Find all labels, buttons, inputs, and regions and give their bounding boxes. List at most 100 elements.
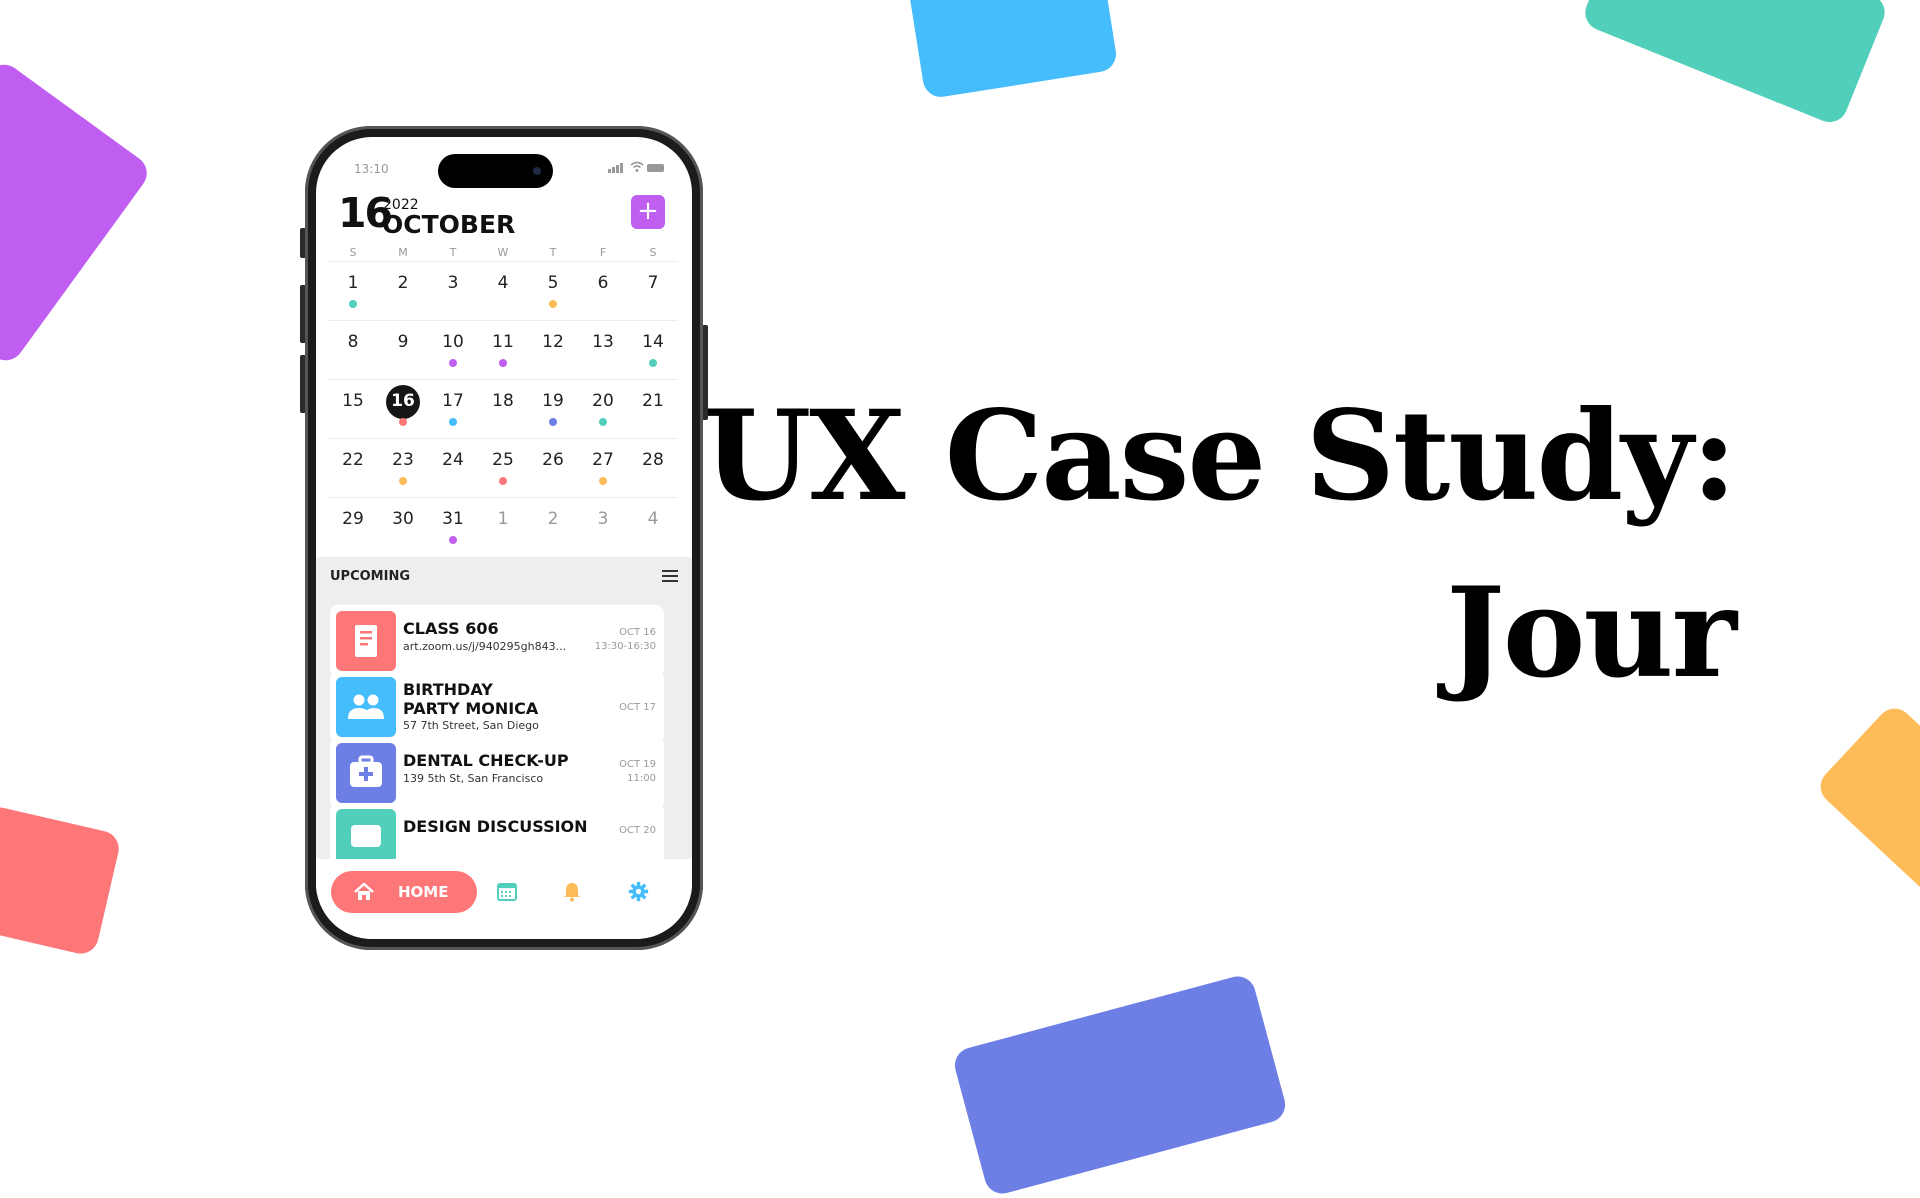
- calendar-day-number: 15: [342, 391, 364, 411]
- tab-home[interactable]: HOME: [331, 871, 477, 913]
- calendar-day[interactable]: 8: [328, 321, 378, 379]
- calendar-day[interactable]: 19: [528, 380, 578, 438]
- calendar-day-number: 3: [597, 509, 609, 529]
- weekday-label: S: [649, 246, 657, 259]
- calendar-day-number: 20: [592, 391, 614, 411]
- calendar-week: 1 2 3 4 5 6 7: [328, 261, 678, 320]
- signal-bar: [620, 163, 623, 173]
- event-card[interactable]: CLASS 606 art.zoom.us/j/940295gh843... OCT…: [330, 605, 664, 677]
- camera-icon: [533, 167, 541, 175]
- event-dot: [499, 477, 507, 485]
- plus-icon: +: [637, 196, 659, 226]
- event-time: 13:30-16:30: [594, 641, 656, 652]
- event-card[interactable]: DENTAL CHECK-UP 139 5th St, San Francisco…: [330, 737, 664, 809]
- calendar-day[interactable]: 18: [478, 380, 528, 438]
- event-date: OCT 16: [619, 627, 656, 638]
- status-icons: [608, 161, 664, 175]
- sliders-icon[interactable]: [662, 569, 678, 583]
- calendar-day[interactable]: 22: [328, 439, 378, 497]
- calendar-day[interactable]: 9: [378, 321, 428, 379]
- calendar-day[interactable]: 17: [428, 380, 478, 438]
- calendar-day-number: 2: [547, 509, 559, 529]
- calendar-day[interactable]: 24: [428, 439, 478, 497]
- calendar-day[interactable]: 3: [578, 498, 628, 556]
- bell-icon[interactable]: [563, 882, 581, 902]
- tab-bar: HOME: [316, 859, 692, 939]
- calendar-day-number: 12: [542, 332, 564, 352]
- event-dot: [349, 300, 357, 308]
- calendar-day[interactable]: 14: [628, 321, 678, 379]
- event-dot: [549, 418, 557, 426]
- tab-home-label: HOME: [398, 883, 449, 901]
- event-dot: [599, 477, 607, 485]
- calendar-day[interactable]: 15: [328, 380, 378, 438]
- calendar-day[interactable]: 1: [328, 262, 378, 320]
- headline-line-1: UX Case Study:: [703, 384, 1737, 529]
- decor-shape-red: [0, 803, 123, 958]
- calendar-day[interactable]: 5: [528, 262, 578, 320]
- calendar-day[interactable]: 1: [478, 498, 528, 556]
- event-subtitle: art.zoom.us/j/940295gh843...: [403, 640, 567, 653]
- calendar-icon[interactable]: [497, 883, 517, 901]
- calendar-day[interactable]: 4: [628, 498, 678, 556]
- event-subtitle: 57 7th Street, San Diego: [403, 719, 539, 732]
- event-dot: [449, 418, 457, 426]
- event-dot: [649, 359, 657, 367]
- header-month: OCTOBER: [382, 210, 516, 239]
- calendar-day-number: 26: [542, 450, 564, 470]
- calendar-day-number: 4: [647, 509, 659, 529]
- calendar-day[interactable]: 4: [478, 262, 528, 320]
- calendar-day[interactable]: 2: [378, 262, 428, 320]
- event-dot: [449, 536, 457, 544]
- calendar-day[interactable]: 20: [578, 380, 628, 438]
- calendar-day[interactable]: 2: [528, 498, 578, 556]
- calendar-day[interactable]: 21: [628, 380, 678, 438]
- calendar-day-number: 28: [642, 450, 664, 470]
- upcoming-title: UPCOMING: [330, 569, 410, 584]
- status-time: 13:10: [354, 162, 389, 176]
- calendar-week: 15 16 17 18 19 20 21: [328, 379, 678, 438]
- calendar-day[interactable]: 27: [578, 439, 628, 497]
- calendar-day[interactable]: 11: [478, 321, 528, 379]
- calendar-day[interactable]: 7: [628, 262, 678, 320]
- calendar-day[interactable]: 10: [428, 321, 478, 379]
- event-date: OCT 19: [619, 759, 656, 770]
- calendar-day-selected[interactable]: 16: [378, 380, 428, 438]
- calendar-day[interactable]: 23: [378, 439, 428, 497]
- calendar-day-number: 7: [647, 273, 659, 293]
- battery-icon: [647, 164, 664, 172]
- event-title: DENTAL CHECK-UP: [403, 751, 569, 770]
- event-icon-tile: [336, 677, 396, 737]
- calendar-day[interactable]: 13: [578, 321, 628, 379]
- calendar-day[interactable]: 30: [378, 498, 428, 556]
- weekday-label: F: [599, 246, 607, 259]
- calendar-day-number: 2: [397, 273, 409, 293]
- gear-icon[interactable]: [628, 881, 649, 902]
- calendar-day-number: 6: [597, 273, 609, 293]
- event-subtitle: 139 5th St, San Francisco: [403, 772, 544, 785]
- calendar-day[interactable]: 31: [428, 498, 478, 556]
- event-title: CLASS 606: [403, 619, 499, 638]
- event-date: OCT 20: [619, 825, 656, 836]
- event-card[interactable]: BIRTHDAY PARTY MONICA 57 7th Street, San …: [330, 671, 664, 743]
- calendar-grid: 1 2 3 4 5 6 7 8 9 10 11 12 13 14 15 16 17 18 19 20 21 22 23 24 2…: [328, 261, 678, 556]
- calendar-day[interactable]: 26: [528, 439, 578, 497]
- weekday-label: T: [549, 246, 557, 259]
- weekday-label: W: [497, 246, 509, 259]
- weekday-header: SMTWTFS: [328, 246, 678, 262]
- add-event-button[interactable]: +: [631, 195, 665, 229]
- calendar-day[interactable]: 12: [528, 321, 578, 379]
- phone-mockup: 13:10 16 2022 OCTOBER + SMTWTFS 12345678…: [305, 126, 703, 950]
- calendar-day-number: 17: [442, 391, 464, 411]
- event-dot: [449, 359, 457, 367]
- calendar-week: 29 30 31 1 2 3 4: [328, 497, 678, 556]
- calendar-day[interactable]: 3: [428, 262, 478, 320]
- calendar-day[interactable]: 28: [628, 439, 678, 497]
- calendar-day[interactable]: 25: [478, 439, 528, 497]
- calendar-day[interactable]: 6: [578, 262, 628, 320]
- calendar-week: 22 23 24 25 26 27 28: [328, 438, 678, 497]
- calendar-day[interactable]: 29: [328, 498, 378, 556]
- decor-shape-indigo: [950, 972, 1290, 1198]
- calendar-day-number: 1: [497, 509, 509, 529]
- weekday-label: S: [349, 246, 357, 259]
